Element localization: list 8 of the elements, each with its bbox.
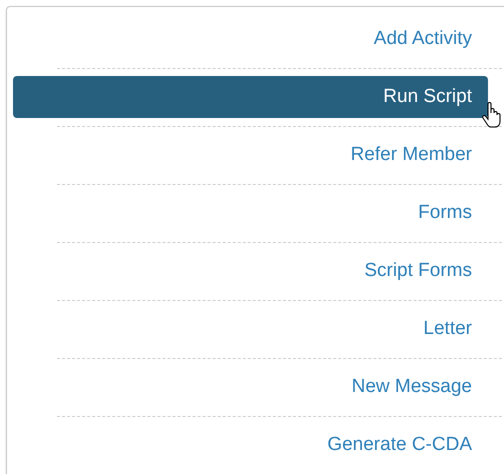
menu-item[interactable]: Run Script [13, 76, 488, 118]
menu-item[interactable]: Add Activity [13, 18, 488, 60]
menu-item[interactable]: New Message [13, 366, 488, 408]
menu-item[interactable]: Script Forms [13, 250, 488, 292]
menu-item[interactable]: Refer Member [13, 134, 488, 176]
menu-item[interactable]: Forms [13, 192, 488, 234]
menu-item[interactable]: Letter [13, 308, 488, 350]
menu-item[interactable]: Generate C-CDA [13, 424, 488, 466]
